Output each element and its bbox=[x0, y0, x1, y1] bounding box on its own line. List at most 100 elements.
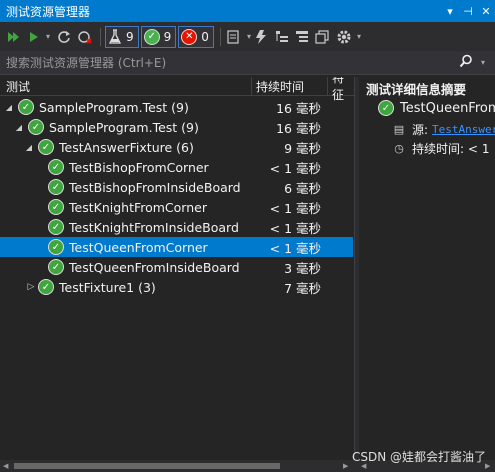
passed-icon: ✓ bbox=[38, 279, 54, 295]
run-dropdown-icon[interactable]: ▾ bbox=[46, 32, 50, 41]
scroll-right-icon[interactable]: ▶ bbox=[343, 460, 348, 472]
settings-dropdown-icon[interactable]: ▾ bbox=[357, 32, 361, 41]
hierarchy-button[interactable] bbox=[293, 26, 311, 48]
tree-row-duration: 16 毫秒 bbox=[276, 100, 321, 116]
column-header-duration[interactable]: 持续时间 bbox=[252, 77, 328, 95]
toolbar: ▾ 9 ✓ 9 ✕ 0 ▾ ▾ bbox=[0, 22, 495, 51]
window-title: 测试资源管理器 bbox=[6, 4, 91, 19]
tree-row[interactable]: ✓ TestBishopFromCorner < 1 毫秒 bbox=[0, 157, 353, 177]
detail-test-name-text: TestQueenFrom bbox=[400, 100, 495, 116]
failed-count: 0 bbox=[201, 29, 209, 44]
duration-label: 持续时间: < bbox=[412, 142, 478, 156]
tree-row-label: TestBishopFromInsideBoard bbox=[69, 179, 241, 195]
tree-row-label: TestKnightFromInsideBoard bbox=[69, 219, 239, 235]
lightning-icon bbox=[255, 29, 266, 44]
passed-icon: ✓ bbox=[38, 139, 54, 155]
collapse-icon[interactable]: ◢ bbox=[4, 103, 14, 112]
search-dropdown-icon[interactable]: ▾ bbox=[481, 58, 495, 67]
tree-row[interactable]: ◢ ✓ SampleProgram.Test (9) 16 毫秒 bbox=[0, 117, 353, 137]
collapse-icon[interactable]: ◢ bbox=[14, 123, 24, 132]
passed-count: 9 bbox=[163, 29, 172, 44]
run-icon bbox=[30, 31, 38, 42]
detail-header: 测试详细信息摘要 bbox=[366, 82, 467, 97]
detail-source-row: ▤ 源: TestAnswer bbox=[392, 121, 495, 138]
filter-failed-button[interactable]: ✕ 0 bbox=[178, 25, 214, 48]
tree-row-duration: < 1 毫秒 bbox=[269, 220, 321, 236]
refresh-icon bbox=[58, 30, 71, 43]
detail-duration-row: ◷ 持续时间: < 1 bbox=[392, 140, 490, 157]
pin-icon[interactable]: ⊣ bbox=[459, 5, 477, 18]
close-icon[interactable]: ✕ bbox=[477, 5, 495, 18]
refresh-button[interactable] bbox=[54, 26, 74, 48]
tree-row-label: TestBishopFromCorner bbox=[69, 159, 209, 175]
passed-icon: ✓ bbox=[48, 219, 64, 235]
playlist-icon bbox=[227, 29, 239, 44]
test-list-pane: 测试 持续时间 特征 ◢ ✓ SampleProgram.Test (9) 16… bbox=[0, 77, 355, 460]
copy-icon bbox=[315, 29, 329, 44]
tree-row-label: TestKnightFromCorner bbox=[69, 199, 207, 215]
passed-icon: ✓ bbox=[48, 159, 64, 175]
filter-all-button[interactable]: 9 bbox=[105, 25, 139, 48]
passed-icon: ✓ bbox=[48, 239, 64, 255]
dropdown-icon[interactable]: ▾ bbox=[441, 5, 459, 18]
tree-row-selected[interactable]: ✓ TestQueenFromCorner < 1 毫秒 bbox=[0, 237, 353, 257]
tree-row-label: SampleProgram.Test (9) bbox=[39, 99, 189, 115]
tree-row[interactable]: ✓ TestQueenFromInsideBoard 3 毫秒 bbox=[0, 257, 353, 277]
settings-button[interactable] bbox=[335, 26, 353, 48]
tree-row-duration: 9 毫秒 bbox=[284, 140, 321, 156]
search-icon[interactable] bbox=[459, 54, 481, 72]
collapse-icon[interactable]: ◢ bbox=[24, 143, 34, 152]
tree-row[interactable]: ✓ TestKnightFromCorner < 1 毫秒 bbox=[0, 197, 353, 217]
passed-icon: ✓ bbox=[378, 100, 394, 116]
cancel-button[interactable] bbox=[76, 26, 94, 48]
run-after-build-button[interactable] bbox=[253, 26, 271, 48]
tree-row[interactable]: ◢ ✓ TestAnswerFixture (6) 9 毫秒 bbox=[0, 137, 353, 157]
tree-row[interactable]: ✓ TestKnightFromInsideBoard < 1 毫秒 bbox=[0, 217, 353, 237]
scrollbar-thumb[interactable] bbox=[14, 463, 280, 469]
run-all-icon bbox=[8, 31, 19, 42]
title-bar: 测试资源管理器 ▾ ⊣ ✕ bbox=[0, 0, 495, 22]
passed-icon: ✓ bbox=[48, 179, 64, 195]
tree-row-label: TestQueenFromInsideBoard bbox=[69, 259, 240, 275]
test-detail-pane: 测试详细信息摘要 ✓ TestQueenFrom ▤ 源: TestAnswer… bbox=[360, 77, 495, 460]
search-input[interactable]: 搜索测试资源管理器 (Ctrl+E) bbox=[0, 54, 459, 71]
tree-row[interactable]: ▷ ✓ TestFixture1 (3) 7 毫秒 bbox=[0, 277, 353, 297]
tree-row[interactable]: ◢ ✓ SampleProgram.Test (9) 16 毫秒 bbox=[0, 97, 353, 117]
tree-row-duration: 16 毫秒 bbox=[276, 120, 321, 136]
passed-icon: ✓ bbox=[48, 259, 64, 275]
tree-row-duration: 6 毫秒 bbox=[284, 180, 321, 196]
search-bar: 搜索测试资源管理器 (Ctrl+E) ▾ bbox=[0, 51, 495, 75]
x-icon: ✕ bbox=[181, 28, 198, 45]
passed-icon: ✓ bbox=[28, 119, 44, 135]
tree-row-duration: 7 毫秒 bbox=[284, 280, 321, 296]
copy-button[interactable] bbox=[313, 26, 331, 48]
duration-value: 1 bbox=[481, 141, 490, 156]
passed-icon: ✓ bbox=[18, 99, 34, 115]
detail-test-name: ✓ TestQueenFrom bbox=[378, 100, 495, 116]
column-header-test[interactable]: 测试 bbox=[0, 77, 252, 95]
column-header-row: 测试 持续时间 特征 bbox=[0, 77, 355, 102]
hierarchy-icon bbox=[295, 30, 308, 42]
source-label: 源: bbox=[412, 123, 429, 137]
total-count: 9 bbox=[126, 29, 134, 44]
expand-icon[interactable]: ▷ bbox=[26, 282, 36, 292]
toolbar-separator bbox=[100, 27, 102, 46]
group-by-button[interactable] bbox=[273, 26, 291, 48]
playlist-button[interactable] bbox=[225, 26, 243, 48]
tree-row[interactable]: ✓ TestBishopFromInsideBoard 6 毫秒 bbox=[0, 177, 353, 197]
source-link[interactable]: TestAnswer bbox=[432, 123, 495, 136]
tree-row-label: SampleProgram.Test (9) bbox=[49, 119, 199, 135]
scroll-left-icon[interactable]: ◀ bbox=[3, 460, 8, 472]
file-icon: ▤ bbox=[393, 123, 405, 136]
playlist-dropdown-icon[interactable]: ▾ bbox=[247, 32, 251, 41]
run-all-button[interactable] bbox=[4, 26, 24, 48]
tree-row-label: TestFixture1 (3) bbox=[59, 279, 156, 295]
group-icon bbox=[275, 30, 288, 42]
filter-passed-button[interactable]: ✓ 9 bbox=[140, 25, 177, 48]
flask-icon bbox=[108, 28, 122, 44]
tree-row-duration: < 1 毫秒 bbox=[269, 160, 321, 176]
gear-icon bbox=[337, 30, 351, 43]
run-button[interactable] bbox=[26, 26, 42, 48]
pane-splitter[interactable] bbox=[354, 77, 359, 460]
check-icon: ✓ bbox=[143, 28, 160, 45]
